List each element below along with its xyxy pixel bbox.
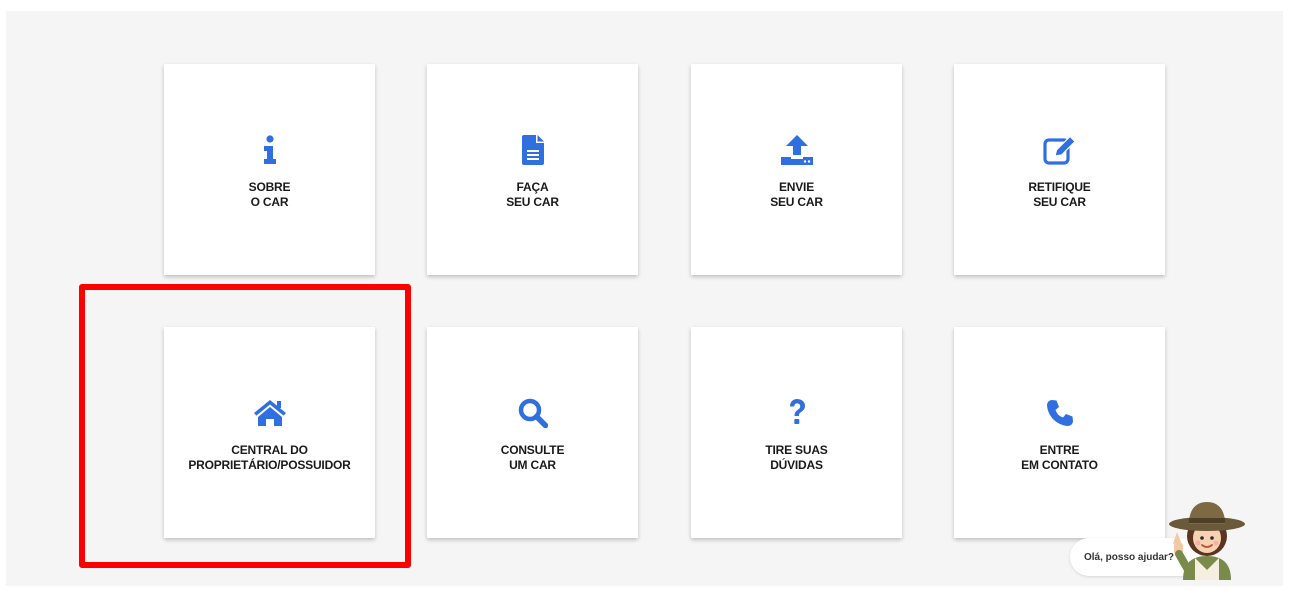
card-tire-suas-duvidas[interactable]: TIRE SUAS DÚVIDAS bbox=[691, 327, 902, 538]
card-label: ENVIE SEU CAR bbox=[770, 180, 823, 209]
card-retifique-seu-car[interactable]: RETIFIQUE SEU CAR bbox=[954, 64, 1165, 275]
assistant-message: Olá, posso ajudar? bbox=[1084, 551, 1175, 563]
card-envie-seu-car[interactable]: ENVIE SEU CAR bbox=[691, 64, 902, 275]
card-central-do-proprietario[interactable]: CENTRAL DO PROPRIETÁRIO/POSSUIDOR bbox=[164, 327, 375, 538]
home-icon bbox=[240, 395, 300, 431]
search-icon bbox=[503, 395, 563, 431]
upload-icon bbox=[767, 132, 827, 168]
card-faca-seu-car[interactable]: FAÇA SEU CAR bbox=[427, 64, 638, 275]
card-sobre-o-car[interactable]: SOBRE O CAR bbox=[164, 64, 375, 275]
card-label: CONSULTE UM CAR bbox=[500, 443, 565, 472]
card-label: CENTRAL DO PROPRIETÁRIO/POSSUIDOR bbox=[188, 443, 351, 472]
card-label: TIRE SUAS DÚVIDAS bbox=[765, 443, 828, 472]
assistant-avatar-icon[interactable] bbox=[1165, 496, 1249, 580]
document-icon bbox=[503, 132, 563, 168]
question-icon bbox=[767, 395, 827, 431]
info-icon bbox=[240, 132, 300, 168]
edit-icon bbox=[1030, 132, 1090, 168]
card-consulte-um-car[interactable]: CONSULTE UM CAR bbox=[427, 327, 638, 538]
card-label: RETIFIQUE SEU CAR bbox=[1028, 180, 1091, 209]
phone-icon bbox=[1030, 395, 1090, 431]
card-label: FAÇA SEU CAR bbox=[506, 180, 559, 209]
card-entre-em-contato[interactable]: ENTRE EM CONTATO bbox=[954, 327, 1165, 538]
card-label: SOBRE O CAR bbox=[248, 180, 291, 209]
card-label: ENTRE EM CONTATO bbox=[1021, 443, 1098, 472]
